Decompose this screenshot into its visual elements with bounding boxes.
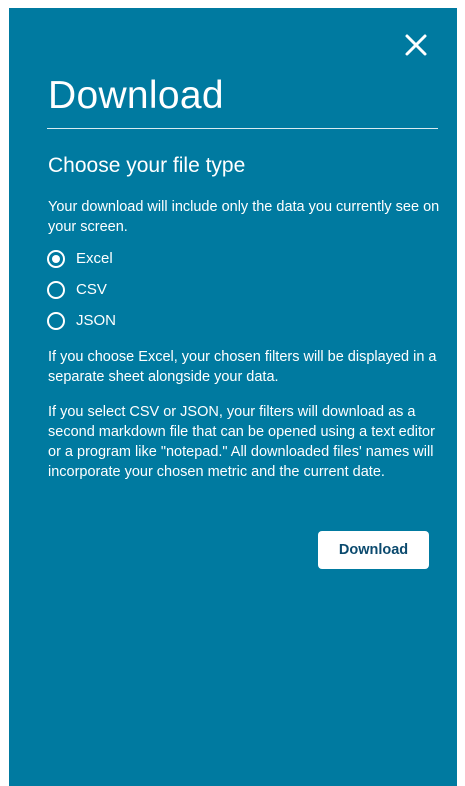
file-type-heading: Choose your file type — [48, 154, 246, 177]
dialog-title: Download — [48, 74, 224, 117]
download-button[interactable]: Download — [318, 531, 429, 569]
radio-json[interactable] — [47, 312, 65, 330]
radio-option-json[interactable]: JSON — [47, 310, 116, 332]
radio-option-csv[interactable]: CSV — [47, 279, 116, 301]
title-divider — [47, 128, 438, 129]
radio-excel[interactable] — [47, 250, 65, 268]
csv-json-note: If you select CSV or JSON, your filters … — [48, 404, 435, 480]
radio-option-excel[interactable]: Excel — [47, 248, 116, 270]
radio-csv[interactable] — [47, 281, 65, 299]
close-button[interactable] — [403, 32, 429, 58]
close-icon — [405, 34, 427, 56]
excel-note: If you choose Excel, your chosen filters… — [48, 349, 437, 385]
radio-label-csv: CSV — [76, 281, 107, 298]
radio-label-excel: Excel — [76, 250, 113, 267]
intro-text: Your download will include only the data… — [48, 199, 440, 235]
download-dialog: Download Choose your file type Your down… — [9, 8, 457, 786]
file-type-radio-group: Excel CSV JSON — [47, 248, 116, 341]
radio-label-json: JSON — [76, 312, 117, 329]
